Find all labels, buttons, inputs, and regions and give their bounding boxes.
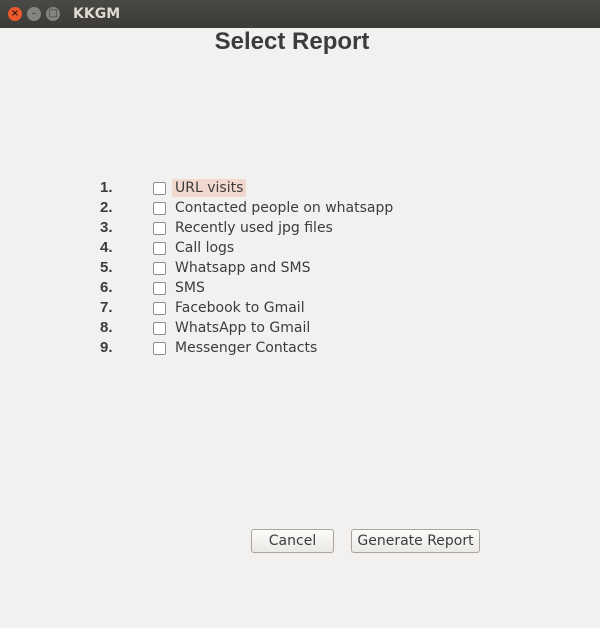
report-number: 2. bbox=[100, 199, 113, 216]
minimize-window-button[interactable]: – bbox=[27, 7, 41, 21]
report-number: 1. bbox=[100, 179, 113, 196]
page-title: Select Report bbox=[214, 28, 370, 55]
window-titlebar: × – □ KKGM bbox=[0, 0, 600, 28]
report-number: 4. bbox=[100, 239, 113, 256]
report-number: 3. bbox=[100, 219, 113, 236]
report-checkbox-recent-jpg[interactable] bbox=[153, 222, 166, 235]
report-checkbox-sms[interactable] bbox=[153, 282, 166, 295]
report-label[interactable]: URL visits bbox=[172, 179, 247, 197]
generate-report-button[interactable]: Generate Report bbox=[351, 529, 480, 553]
cancel-button[interactable]: Cancel bbox=[251, 529, 334, 553]
report-checkbox-call-logs[interactable] bbox=[153, 242, 166, 255]
report-checkbox-whatsapp-gmail[interactable] bbox=[153, 322, 166, 335]
report-checkbox-facebook-gmail[interactable] bbox=[153, 302, 166, 315]
report-number: 5. bbox=[100, 259, 113, 276]
report-label[interactable]: SMS bbox=[175, 279, 205, 297]
report-number: 8. bbox=[100, 319, 113, 336]
report-label[interactable]: Call logs bbox=[175, 239, 234, 257]
report-label[interactable]: Facebook to Gmail bbox=[175, 299, 305, 317]
report-label[interactable]: Contacted people on whatsapp bbox=[175, 199, 393, 217]
close-window-button[interactable]: × bbox=[8, 7, 22, 21]
window-title: KKGM bbox=[73, 6, 121, 22]
maximize-window-button[interactable]: □ bbox=[46, 7, 60, 21]
report-number: 9. bbox=[100, 339, 113, 356]
report-number: 7. bbox=[100, 299, 113, 316]
report-label[interactable]: Recently used jpg files bbox=[175, 219, 333, 237]
report-number: 6. bbox=[100, 279, 113, 296]
report-label[interactable]: Messenger Contacts bbox=[175, 339, 317, 357]
report-label[interactable]: WhatsApp to Gmail bbox=[175, 319, 310, 337]
report-checkbox-messenger-contacts[interactable] bbox=[153, 342, 166, 355]
report-checkbox-whatsapp-sms[interactable] bbox=[153, 262, 166, 275]
report-label[interactable]: Whatsapp and SMS bbox=[175, 259, 311, 277]
report-checkbox-contacted-whatsapp[interactable] bbox=[153, 202, 166, 215]
report-checkbox-url-visits[interactable] bbox=[153, 182, 166, 195]
